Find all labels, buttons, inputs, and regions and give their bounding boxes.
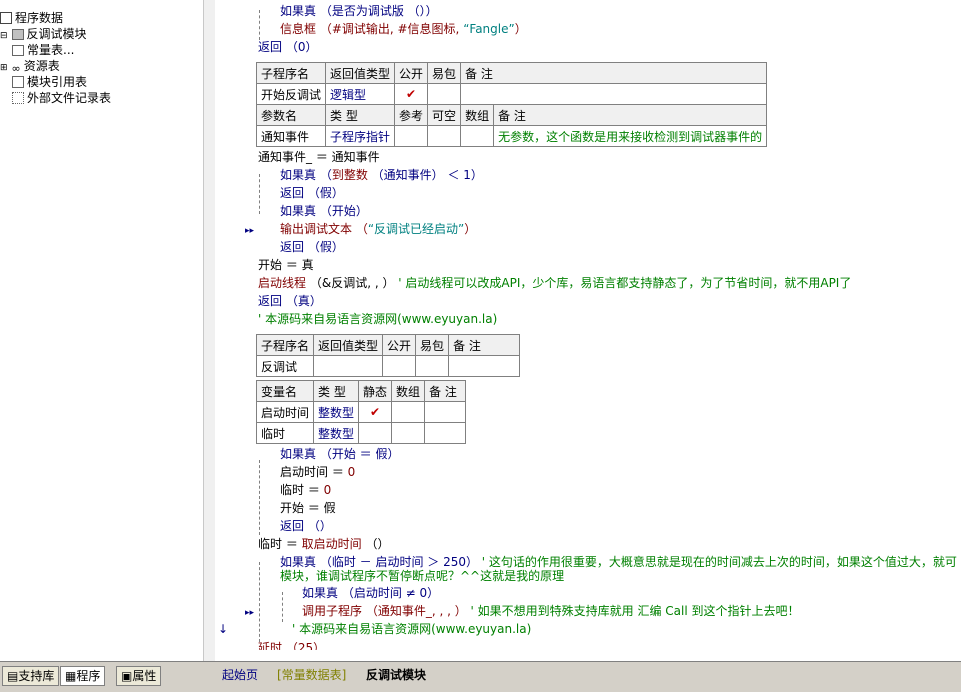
tree-item-external-files[interactable]: 外部文件记录表 — [12, 90, 111, 106]
block-guide — [259, 562, 260, 642]
tab-constants-table[interactable]: [常量数据表] — [277, 666, 346, 684]
code-editor[interactable]: 如果真 （是否为调试版 （）） 信息框 （#调试输出, #信息图标, “Fang… — [214, 0, 961, 661]
file-icon — [12, 92, 24, 104]
code-line[interactable]: 返回 （真） — [258, 293, 322, 309]
library-icon: ▤ — [7, 669, 19, 683]
tab-program[interactable]: ▦程序 — [60, 666, 106, 686]
code-line[interactable]: 如果真 （开始） — [280, 203, 368, 219]
code-line[interactable]: 通知事件_ ＝ 通知事件 — [258, 149, 380, 165]
code-line[interactable]: 如果真 （启动时间 ≠ 0） — [302, 585, 439, 601]
code-line[interactable]: ' 本源码来自易语言资源网(www.eyuyan.la) — [258, 311, 497, 327]
tree-item-module-refs[interactable]: 模块引用表 — [12, 74, 87, 90]
tree-item-resources[interactable]: ⊞ ∞ 资源表 — [0, 58, 60, 75]
code-line[interactable]: 信息框 （#调试输出, #信息图标, “Fangle”） — [280, 21, 527, 37]
block-guide — [282, 592, 283, 622]
code-line[interactable]: 延时 （25） — [258, 640, 325, 650]
sub-table-start-anti-debug: 子程序名 返回值类型 公开 易包备 注 开始反调试 逻辑型 ✔ 参数名类 型参考 可空 数组备… — [255, 62, 768, 147]
tab-support-library[interactable]: ▤支持库 — [2, 666, 60, 686]
code-line[interactable]: 临时 ＝ 取启动时间 （） — [258, 536, 389, 552]
tab-anti-debug-module[interactable]: 反调试模块 — [366, 666, 426, 684]
breakpoint-arrow-icon[interactable]: ▸▸ — [245, 226, 254, 236]
code-line[interactable]: 开始 ＝ 假 — [280, 500, 336, 516]
tab-property[interactable]: ▣属性 — [116, 666, 162, 686]
project-tree-panel: 程序数据 ⊟ 反调试模块 常量表... ⊞ ∞ 资源表 模块引用表 外部文件记录表 — [0, 0, 204, 661]
block-guide — [259, 10, 260, 40]
code-line[interactable]: 启动时间 ＝ 0 — [280, 464, 355, 480]
code-line[interactable]: 返回 （假） — [280, 185, 344, 201]
block-guide — [259, 174, 260, 214]
property-icon: ▣ — [121, 669, 133, 683]
code-line[interactable]: 返回 （0） — [258, 39, 317, 55]
code-line[interactable]: ' 本源码来自易语言资源网(www.eyuyan.la) — [292, 621, 531, 637]
module-icon — [11, 29, 24, 40]
code-line[interactable]: 模块，谁调试程序不暂停断点呢？^^这就是我的原理 — [280, 568, 564, 584]
tab-start-page[interactable]: 起始页 — [222, 666, 258, 684]
code-line[interactable]: 如果真 （开始 ＝ 假） — [280, 446, 399, 462]
constants-icon — [12, 45, 24, 56]
sub-table-anti-debug: 子程序名 返回值类型 公开 易包备 注 反调试 — [255, 334, 521, 377]
code-line[interactable]: 开始 ＝ 真 — [258, 257, 314, 273]
bottom-bar: ▤支持库 ▦程序 ▣属性 起始页 [常量数据表] 反调试模块 — [0, 661, 961, 692]
variable-table: 变量名类 型静态 数组备 注 启动时间 整数型 ✔ 临时 整数型 — [255, 380, 467, 444]
code-line[interactable]: 启动线程 （&反调试, , ） ' 启动线程可以改成API，少个库，易语言都支持… — [258, 275, 851, 291]
code-line[interactable]: 返回 （） — [280, 518, 332, 534]
code-line[interactable]: 如果真 （是否为调试版 （）） — [280, 3, 438, 19]
code-line[interactable]: 如果真 （到整数 （通知事件） ＜ 1） — [280, 167, 483, 183]
tree-item-anti-debug-module[interactable]: ⊟ 反调试模块 — [0, 26, 87, 42]
down-arrow-icon[interactable]: ↓ — [218, 622, 228, 636]
program-icon: ▦ — [65, 669, 77, 683]
code-line[interactable]: 临时 ＝ 0 — [280, 482, 331, 498]
code-line[interactable]: 调用子程序 （通知事件_, , , ） ' 如果不想用到特殊支持库就用 汇编 C… — [302, 603, 800, 619]
resources-icon: ∞ — [11, 62, 21, 75]
breakpoint-arrow-icon[interactable]: ▸▸ — [245, 608, 254, 618]
module-ref-icon — [12, 76, 24, 88]
block-guide — [259, 460, 260, 535]
program-data-icon — [0, 12, 12, 24]
code-line[interactable]: 返回 （假） — [280, 239, 344, 255]
tree-item-program-data[interactable]: 程序数据 — [0, 10, 63, 26]
code-line[interactable]: 输出调试文本 （“反调试已经启动”） — [280, 221, 476, 237]
tree-item-constants[interactable]: 常量表... — [12, 42, 74, 58]
